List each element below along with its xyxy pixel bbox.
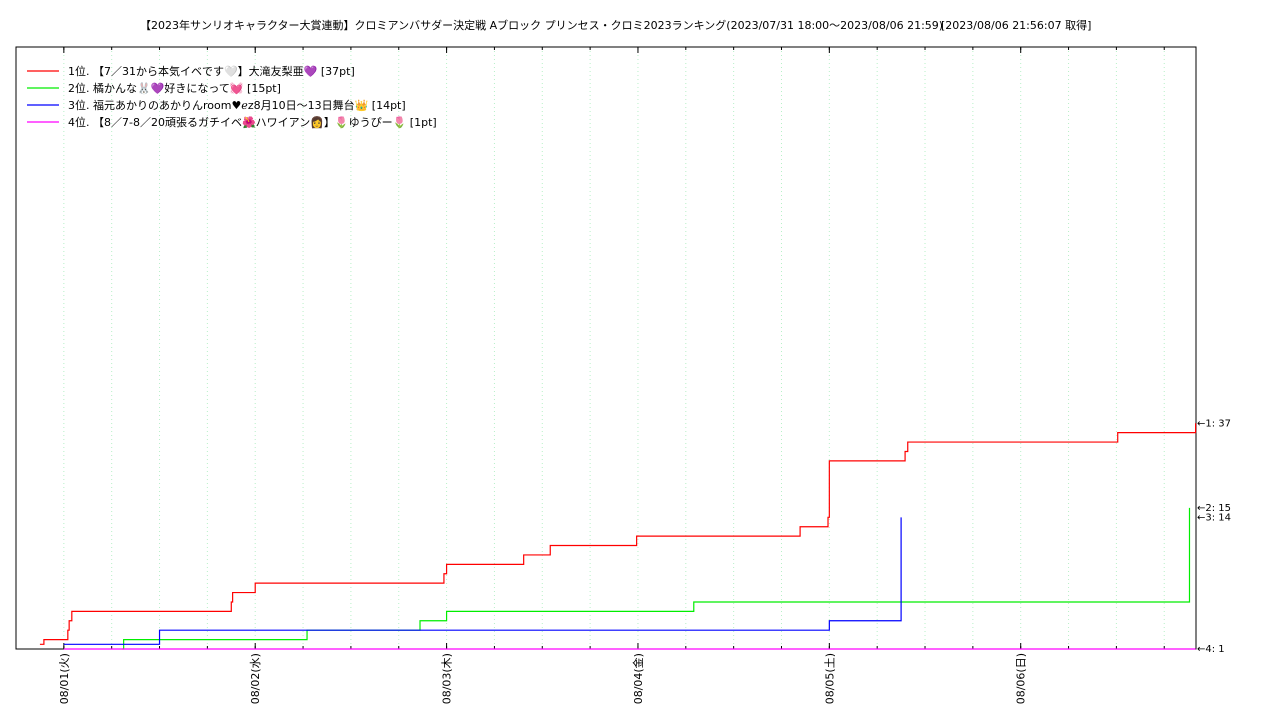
- legend-entry-3: 3位. 福元あかりのあかりんroom♥ℯz8月10日〜13日舞台👑 [14pt]: [68, 98, 406, 112]
- series-line-2: [122, 507, 1191, 650]
- legend-entry-1: 1位. 【7／31から本気イベです🤍】大滝友梨亜💜 [37pt]: [68, 64, 355, 78]
- x-tick-label: 08/05(土): [823, 653, 836, 704]
- legend: 1位. 【7／31から本気イベです🤍】大滝友梨亜💜 [37pt] 2位. 橘かんな…: [27, 64, 437, 129]
- legend-entry-4: 4位. 【8／7-8／20頑張るガチイベ🌺ハワイアン👩】🌷ゆうぴー🌷 [1pt]: [68, 115, 437, 129]
- plot-frame: [15, 46, 1197, 650]
- ranking-line-chart: 08/01(火) 08/02(水) 08/03(木) 08/04(金) 08/05(土)…: [15, 46, 1231, 704]
- series-end-label-3: ←3: 14: [1197, 512, 1231, 523]
- x-tick-label: 08/04(金): [631, 653, 645, 704]
- x-tick-label: 08/01(火): [58, 653, 71, 704]
- x-tick-label: 08/03(木): [441, 653, 454, 704]
- series-end-label-4: ←4: 1: [1197, 644, 1225, 655]
- legend-entry-2: 2位. 橘かんな🐰💜好きになって💓 [15pt]: [68, 81, 281, 95]
- x-tick-label: 08/06(日): [1015, 653, 1028, 704]
- series-end-label-1: ←1: 37: [1197, 418, 1231, 429]
- grid-lines: [15, 47, 1165, 649]
- x-tick-label: 08/02(水): [249, 653, 262, 704]
